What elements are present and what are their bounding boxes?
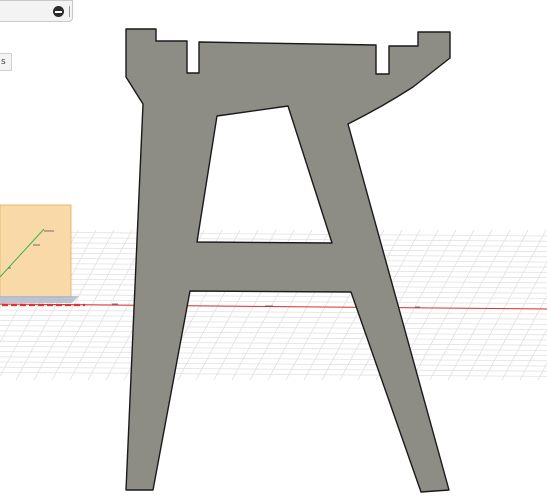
grid-line — [0, 325, 547, 330]
sketch-plane[interactable] — [0, 204, 79, 303]
side-tab-label: s — [1, 57, 6, 67]
grid-line — [465, 229, 547, 381]
chip-divider — [69, 6, 70, 17]
grid-line — [0, 309, 547, 315]
grid-line — [537, 362, 547, 381]
x-axis-line — [0, 303, 547, 310]
grid-line — [0, 330, 547, 336]
grid-line — [0, 351, 547, 356]
grid-line — [0, 372, 547, 377]
grid-line — [447, 229, 529, 381]
grid-line — [411, 229, 493, 381]
minus-circle-icon[interactable] — [53, 6, 64, 17]
grid-line — [0, 314, 547, 320]
side-panel-tab[interactable]: s — [0, 53, 12, 71]
toolbar-chip[interactable] — [0, 0, 73, 22]
grid-line — [0, 361, 547, 367]
grid-line — [429, 229, 511, 381]
grid-line — [0, 294, 547, 299]
grid-line — [483, 261, 547, 381]
3d-viewport[interactable] — [0, 0, 547, 502]
grid-line — [0, 340, 547, 346]
grid-line — [0, 236, 547, 242]
viewport-canvas[interactable] — [0, 0, 547, 502]
table-leg-profile[interactable] — [125, 28, 451, 493]
grid-line — [501, 294, 547, 381]
